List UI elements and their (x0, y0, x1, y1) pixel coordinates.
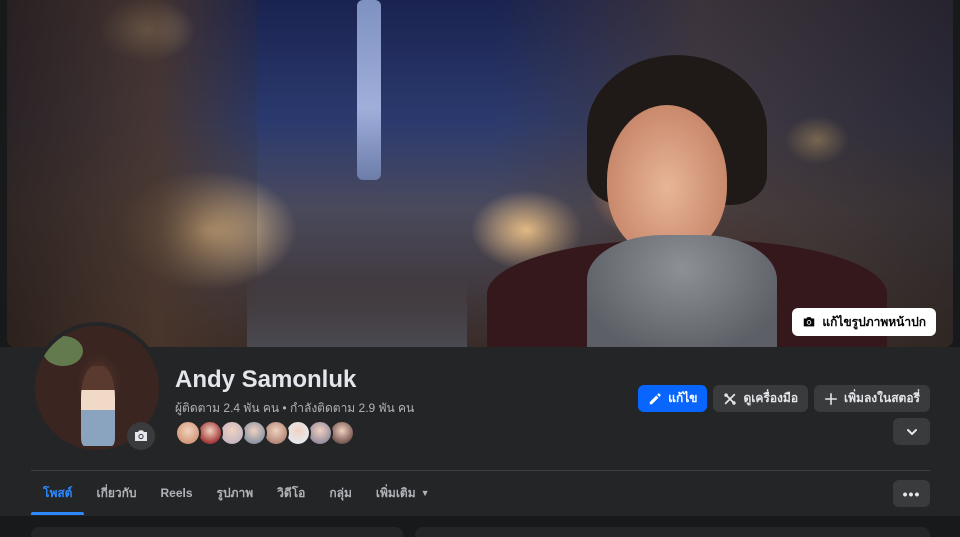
add-to-story-button[interactable]: เพิ่มลงในสตอรี่ (814, 385, 930, 412)
tools-icon (724, 392, 737, 405)
edit-profile-button[interactable]: แก้ไข (638, 385, 708, 412)
camera-icon (804, 317, 815, 327)
edit-cover-photo-label: แก้ไขรูปภาพหน้าปก (822, 314, 926, 329)
cover-photo[interactable] (7, 0, 953, 347)
friend-avatar[interactable] (175, 420, 201, 446)
cover-person-scarf (587, 235, 777, 347)
tab-groups[interactable]: กลุ่ม (317, 471, 364, 515)
following-link[interactable]: กำลังติดตาม 2.9 พัน คน (290, 401, 414, 415)
tab-about-label: เกี่ยวกับ (96, 485, 137, 500)
profile-picture-person (81, 366, 115, 446)
intro-card (31, 527, 403, 537)
tab-reels-label: Reels (160, 486, 193, 500)
tab-about[interactable]: เกี่ยวกับ (84, 471, 148, 515)
view-tools-label: ดูเครื่องมือ (743, 391, 799, 405)
followers-link[interactable]: ผู้ติดตาม 2.4 พัน คน (175, 401, 279, 415)
cover-person-face (607, 105, 727, 255)
profile-actions: แก้ไข ดูเครื่องมือ เพิ่มลงในสตอรี่ (638, 385, 930, 412)
camera-icon (135, 430, 147, 441)
profile-name: Andy Samonluk (175, 366, 357, 393)
more-options-button[interactable]: ••• (893, 480, 930, 507)
edit-cover-photo-button[interactable]: แก้ไขรูปภาพหน้าปก (792, 308, 936, 336)
follow-stats: ผู้ติดตาม 2.4 พัน คน • กำลังติดตาม 2.9 พ… (175, 399, 414, 418)
pencil-icon (649, 392, 661, 404)
chevron-down-icon (906, 428, 917, 435)
tab-groups-label: กลุ่ม (329, 485, 352, 500)
edit-profile-label: แก้ไข (668, 391, 698, 405)
tab-photos-label: รูปภาพ (216, 485, 254, 500)
follow-separator: • (279, 401, 290, 415)
cover-scene-tower (357, 0, 381, 180)
update-profile-picture-button[interactable] (127, 422, 155, 450)
add-to-story-label: เพิ่มลงในสตอรี่ (844, 391, 920, 405)
cover-scene-street (247, 277, 467, 347)
tab-photos[interactable]: รูปภาพ (205, 471, 266, 515)
tab-videos[interactable]: วิดีโอ (265, 471, 317, 515)
profile-tabs: โพสต์ เกี่ยวกับ Reels รูปภาพ วิดีโอ กลุ่… (31, 471, 442, 515)
tab-videos-label: วิดีโอ (277, 485, 306, 500)
tab-posts-label: โพสต์ (43, 485, 73, 500)
caret-down-icon: ▼ (420, 488, 430, 498)
expand-options-button[interactable] (893, 418, 930, 445)
view-tools-button[interactable]: ดูเครื่องมือ (713, 385, 809, 412)
profile-picture-plant (43, 336, 83, 366)
plus-icon (824, 392, 838, 405)
tab-posts[interactable]: โพสต์ (31, 471, 85, 515)
tab-reels[interactable]: Reels (149, 471, 205, 515)
posts-card (415, 527, 930, 537)
ellipsis-icon: ••• (902, 485, 921, 502)
cover-scene-left (7, 0, 257, 347)
tab-more-label: เพิ่มเติม (375, 485, 416, 500)
tab-more[interactable]: เพิ่มเติม ▼ (364, 471, 442, 515)
friend-avatars (175, 420, 355, 446)
